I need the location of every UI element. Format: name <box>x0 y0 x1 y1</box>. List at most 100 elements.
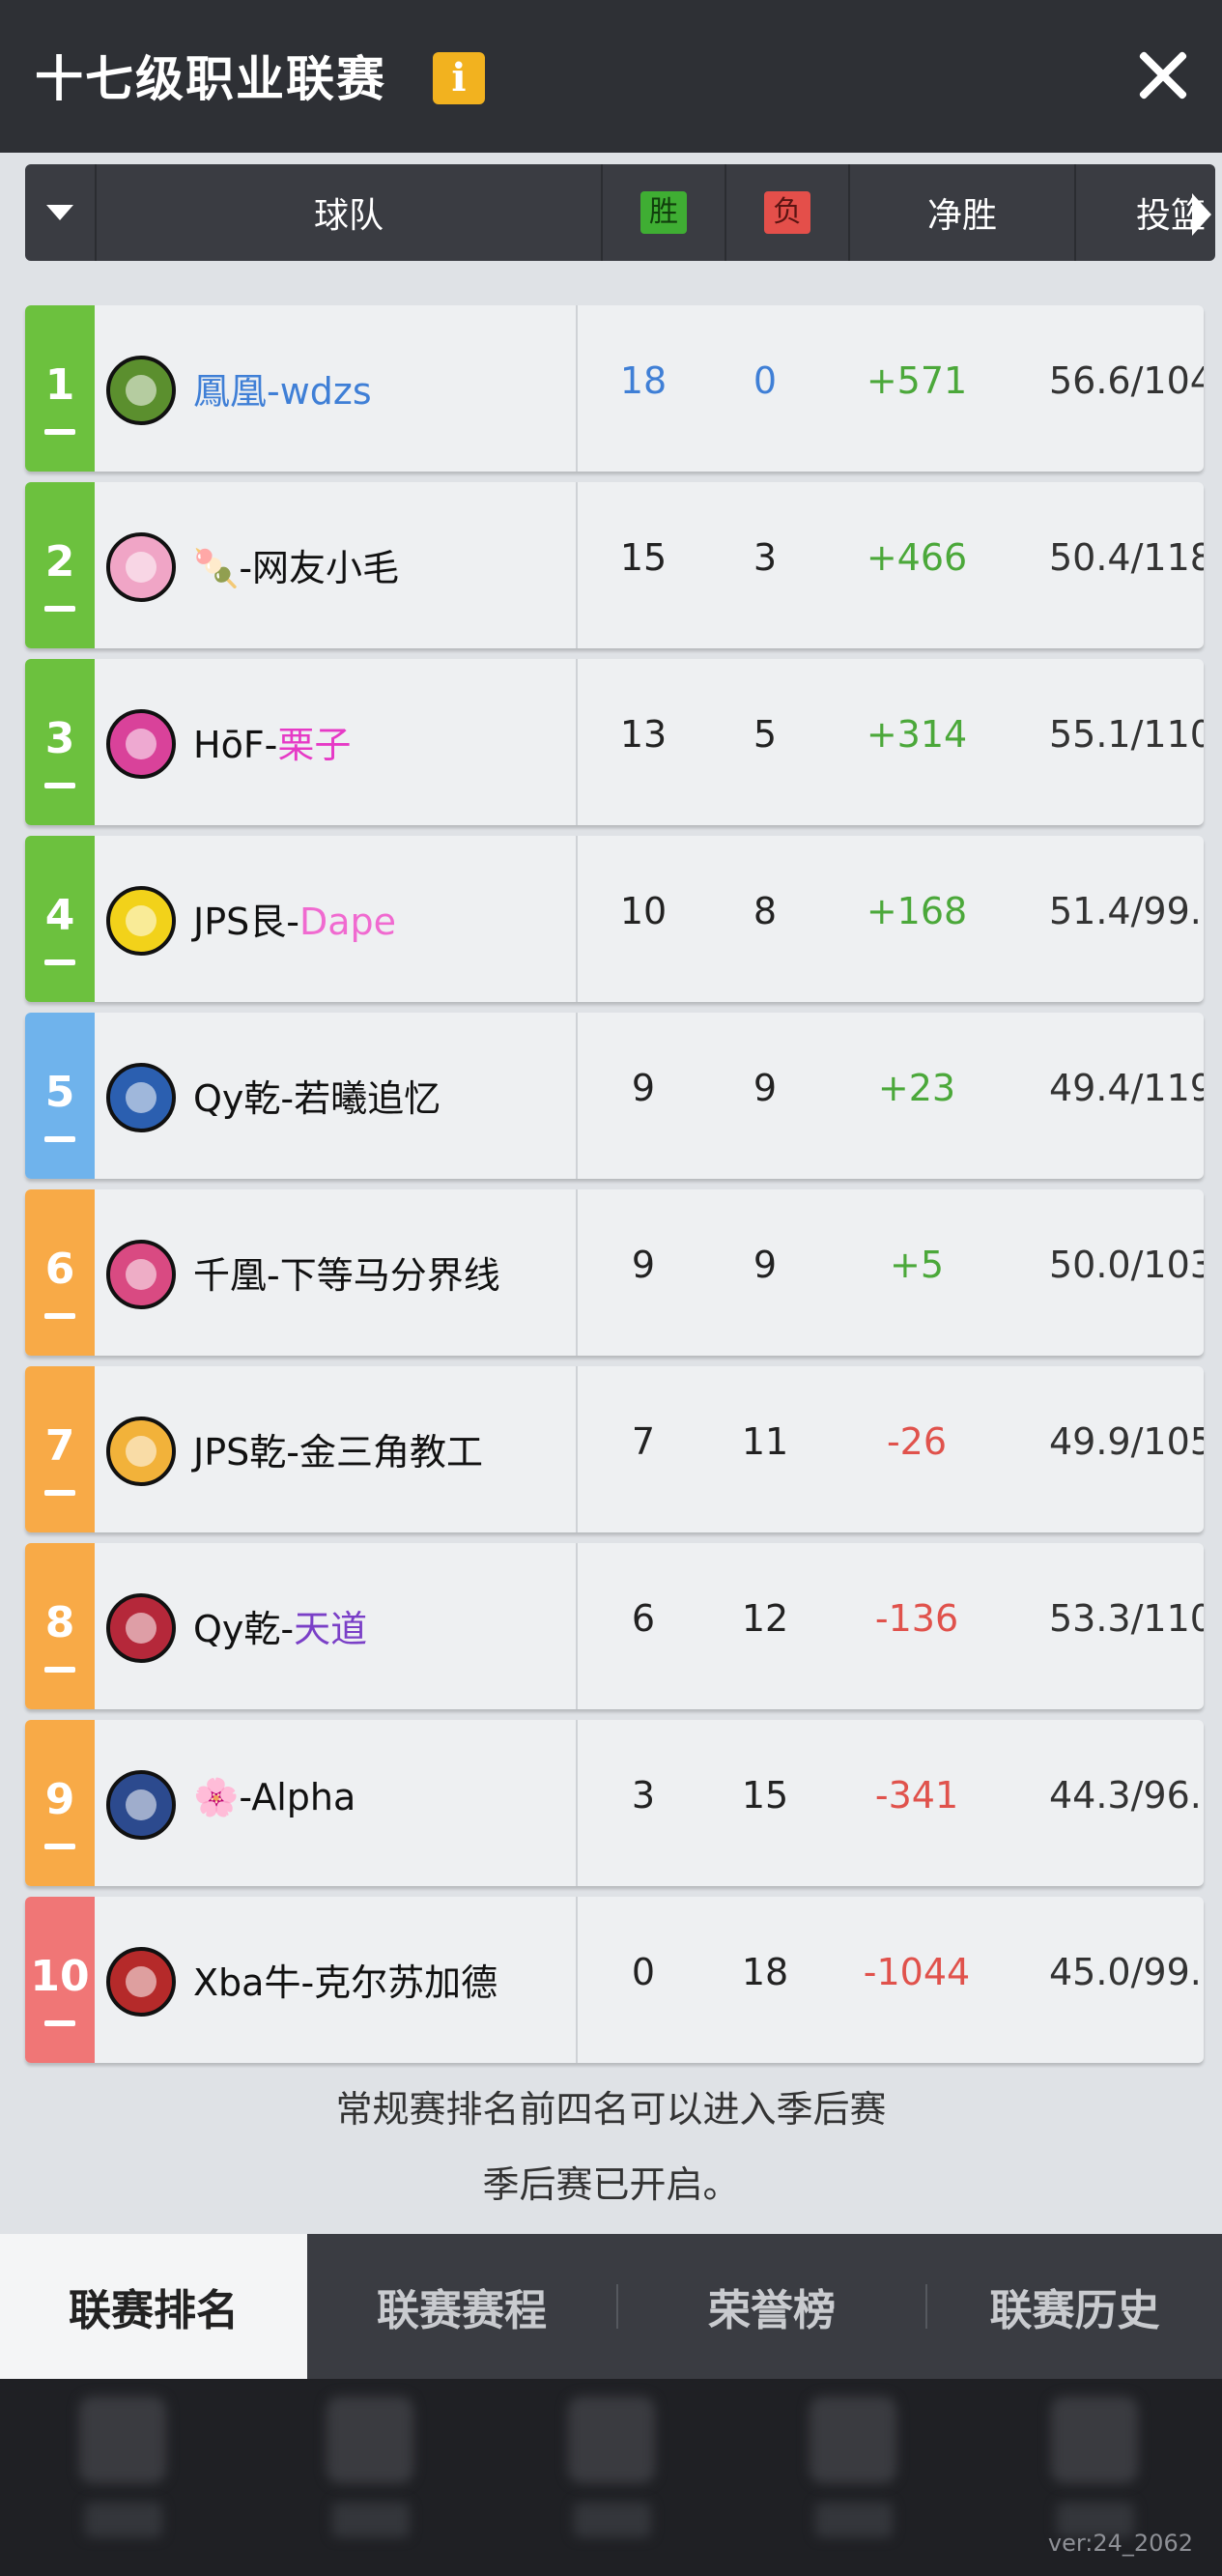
blurred-nav-icon <box>327 2396 413 2483</box>
team-name[interactable]: JPS艮-Dape <box>193 892 396 945</box>
rank-badge: 2 <box>25 482 95 648</box>
column-divider <box>576 1543 578 1709</box>
column-losses[interactable]: 负 <box>726 164 850 261</box>
rank-dash <box>44 606 75 612</box>
team-name[interactable]: JPS乾-金三角教工 <box>193 1422 483 1475</box>
net-value: +23 <box>877 1067 956 1109</box>
team-logo-icon <box>106 1240 176 1309</box>
tab-league-ranking[interactable]: 联赛排名 <box>0 2234 307 2379</box>
rank-badge: 7 <box>25 1366 95 1532</box>
team-row[interactable]: 2 🍡-网友小毛 15 3 +466 50.4/118 <box>25 482 1204 648</box>
column-divider <box>576 305 578 472</box>
tab-league-schedule[interactable]: 联赛赛程 <box>307 2234 616 2379</box>
net-value: +168 <box>866 890 968 932</box>
net-value: +466 <box>866 536 968 579</box>
team-logo-icon <box>106 356 176 425</box>
column-divider <box>576 1897 578 2063</box>
team-row[interactable]: 5 Qy乾-若曦追忆 9 9 +23 49.4/119 <box>25 1013 1204 1179</box>
wins-value: 9 <box>631 1244 656 1286</box>
losses-value: 18 <box>741 1951 789 1993</box>
loss-badge: 负 <box>764 191 810 234</box>
team-name-main: Xba牛-克尔苏加德 <box>193 1961 498 2004</box>
team-name-main: 鳳凰-wdzs <box>193 370 372 413</box>
team-row[interactable]: 6 千凰-下等马分界线 9 9 +5 50.0/103 <box>25 1189 1204 1356</box>
rank-number: 1 <box>44 360 75 410</box>
close-icon[interactable] <box>1130 43 1196 108</box>
rank-number: 8 <box>44 1598 75 1647</box>
rank-number: 2 <box>44 537 75 587</box>
team-name[interactable]: 鳳凰-wdzs <box>193 361 372 415</box>
team-row[interactable]: 8 Qy乾-天道 6 12 -136 53.3/110 <box>25 1543 1204 1709</box>
team-name-prefix: HōF- <box>193 724 278 766</box>
playoff-note: 常规赛排名前四名可以进入季后赛 <box>335 2088 887 2131</box>
team-name-prefix: Qy乾- <box>193 1608 295 1650</box>
tab-league-history[interactable]: 联赛历史 <box>927 2234 1222 2379</box>
shooting-value: 44.3/96. <box>1049 1774 1202 1817</box>
column-wins[interactable]: 胜 <box>603 164 726 261</box>
team-name-main: JPS乾-金三角教工 <box>193 1431 483 1474</box>
rank-badge: 9 <box>25 1720 95 1886</box>
rank-badge: 6 <box>25 1189 95 1356</box>
scroll-right-icon[interactable] <box>1192 193 1211 236</box>
shooting-value: 53.3/110 <box>1049 1597 1204 1640</box>
team-name[interactable]: Qy乾-天道 <box>193 1599 367 1652</box>
team-row[interactable]: 4 JPS艮-Dape 10 8 +168 51.4/99. <box>25 836 1204 1002</box>
net-value: +5 <box>889 1244 945 1286</box>
team-row[interactable]: 1 鳳凰-wdzs 18 0 +571 56.6/104 <box>25 305 1204 472</box>
league-standings-screen: 十七级职业联赛 i 球队 胜 负 净胜 投篮 1 鳳凰-wdzs 18 0 +571 56… <box>0 0 1222 2576</box>
team-name[interactable]: 🍡-网友小毛 <box>193 538 399 591</box>
net-value: -26 <box>886 1420 948 1463</box>
team-name[interactable]: 🌸-Alpha <box>193 1776 355 1819</box>
team-logo-icon <box>106 886 176 956</box>
rank-number: 10 <box>30 1952 90 2001</box>
column-divider <box>576 1189 578 1356</box>
team-row[interactable]: 3 HōF-栗子 13 5 +314 55.1/110 <box>25 659 1204 825</box>
team-logo-icon <box>106 1593 176 1663</box>
team-name-prefix: 🍡 <box>193 547 240 589</box>
shooting-value: 55.1/110 <box>1049 713 1204 756</box>
rank-dash <box>44 959 75 965</box>
net-value: -341 <box>874 1774 959 1817</box>
blurred-nav-icon <box>810 2396 896 2483</box>
team-logo-icon <box>106 1770 176 1840</box>
wins-value: 3 <box>631 1774 656 1817</box>
team-name[interactable]: Qy乾-若曦追忆 <box>193 1069 440 1122</box>
column-divider <box>576 659 578 825</box>
shooting-value: 49.9/105 <box>1049 1420 1204 1463</box>
rank-number: 6 <box>44 1245 75 1294</box>
team-logo-icon <box>106 532 176 602</box>
blurred-nav-label <box>574 2503 651 2537</box>
team-logo-icon <box>106 709 176 779</box>
rank-badge: 8 <box>25 1543 95 1709</box>
team-logo-icon <box>106 1417 176 1486</box>
losses-value: 15 <box>741 1774 789 1817</box>
team-row[interactable]: 9 🌸-Alpha 3 15 -341 44.3/96. <box>25 1720 1204 1886</box>
team-row[interactable]: 7 JPS乾-金三角教工 7 11 -26 49.9/105 <box>25 1366 1204 1532</box>
team-name[interactable]: 千凰-下等马分界线 <box>193 1245 500 1299</box>
rank-dash <box>44 1136 75 1142</box>
rank-number: 5 <box>44 1068 75 1117</box>
shooting-value: 56.6/104 <box>1049 359 1204 402</box>
team-name-main: -网友小毛 <box>239 547 400 589</box>
losses-value: 0 <box>753 359 778 402</box>
team-name[interactable]: Xba牛-克尔苏加德 <box>193 1953 497 2006</box>
blurred-nav-icon <box>568 2396 655 2483</box>
rank-number: 9 <box>44 1775 75 1824</box>
column-net[interactable]: 净胜 <box>850 164 1076 261</box>
team-name-main: Qy乾-若曦追忆 <box>193 1077 441 1120</box>
tab-honor-roll[interactable]: 荣誉榜 <box>618 2234 925 2379</box>
info-icon[interactable]: i <box>433 52 485 104</box>
team-name[interactable]: HōF-栗子 <box>193 715 351 768</box>
team-name-main: 栗子 <box>277 724 352 766</box>
win-badge: 胜 <box>640 191 687 234</box>
column-team: 球队 <box>97 164 603 261</box>
column-divider <box>576 1366 578 1532</box>
sort-dropdown[interactable] <box>25 164 97 261</box>
blurred-nav-label <box>332 2503 410 2537</box>
column-divider <box>576 482 578 648</box>
net-value: -136 <box>874 1597 959 1640</box>
rank-badge: 10 <box>25 1897 95 2063</box>
team-row[interactable]: 10 Xba牛-克尔苏加德 0 18 -1044 45.0/99. <box>25 1897 1204 2063</box>
rank-number: 4 <box>44 891 75 940</box>
rank-number: 7 <box>44 1421 75 1471</box>
